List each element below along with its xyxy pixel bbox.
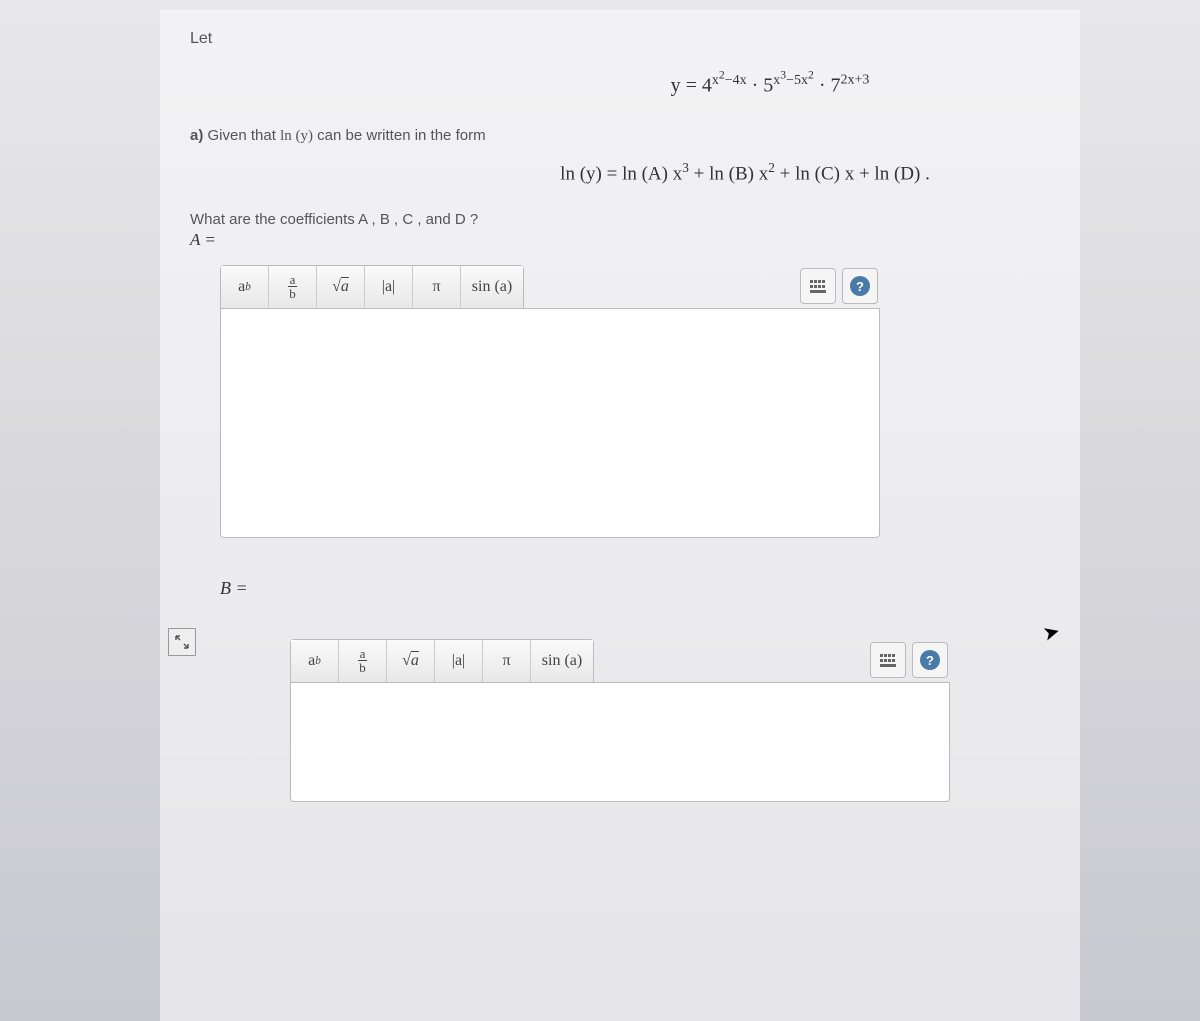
toolbar-sin-button[interactable]: sin (a) xyxy=(531,640,593,682)
coeff-a-label: A = xyxy=(190,230,1050,250)
keyboard-icon xyxy=(880,654,896,667)
toolbar-fraction-button[interactable]: ab xyxy=(269,266,317,308)
ln-equation: ln (y) = ln (A) x3 + ln (B) x2 + ln (C) … xyxy=(190,160,1050,185)
part-a-line: a) Given that ln (y) can be written in t… xyxy=(190,127,1050,145)
keyboard-button[interactable] xyxy=(870,642,906,678)
expand-icon xyxy=(174,634,190,650)
part-a-math: ln (y) xyxy=(280,128,313,144)
math-input-b[interactable] xyxy=(290,682,950,802)
part-a-prefix: a) xyxy=(190,127,203,144)
coeff-b-label: B = xyxy=(220,578,248,599)
fullscreen-button[interactable] xyxy=(168,628,196,656)
toolbar-pi-button[interactable]: π xyxy=(413,266,461,308)
question-text: What are the coefficients A , B , C , an… xyxy=(190,211,1050,228)
math-toolbar-a: ab ab √a |a| π sin (a) xyxy=(220,265,524,308)
toolbar-sin-button[interactable]: sin (a) xyxy=(461,266,523,308)
help-icon: ? xyxy=(920,650,940,670)
toolbar-sqrt-button[interactable]: √a xyxy=(387,640,435,682)
help-button[interactable]: ? xyxy=(912,642,948,678)
toolbar-abs-button[interactable]: |a| xyxy=(435,640,483,682)
toolbar-abs-button[interactable]: |a| xyxy=(365,266,413,308)
part-a-text1: Given that xyxy=(203,127,280,144)
toolbar-pi-button[interactable]: π xyxy=(483,640,531,682)
keyboard-icon xyxy=(810,280,826,293)
input-group-a: ab ab √a |a| π sin (a) ? xyxy=(220,265,1050,538)
toolbar-power-button[interactable]: ab xyxy=(291,640,339,682)
main-equation: y = 4x2−4x · 5x3−5x2 · 72x+3 xyxy=(190,68,1050,97)
toolbar-fraction-button[interactable]: ab xyxy=(339,640,387,682)
toolbar-sqrt-button[interactable]: √a xyxy=(317,266,365,308)
math-toolbar-b: ab ab √a |a| π sin (a) xyxy=(290,639,594,682)
part-a-text2: can be written in the form xyxy=(313,127,486,144)
help-icon: ? xyxy=(850,276,870,296)
let-label: Let xyxy=(190,30,1050,48)
input-group-b: ab ab √a |a| π sin (a) ? xyxy=(290,639,1050,802)
keyboard-button[interactable] xyxy=(800,268,836,304)
math-input-a[interactable] xyxy=(220,308,880,538)
help-button[interactable]: ? xyxy=(842,268,878,304)
toolbar-power-button[interactable]: ab xyxy=(221,266,269,308)
